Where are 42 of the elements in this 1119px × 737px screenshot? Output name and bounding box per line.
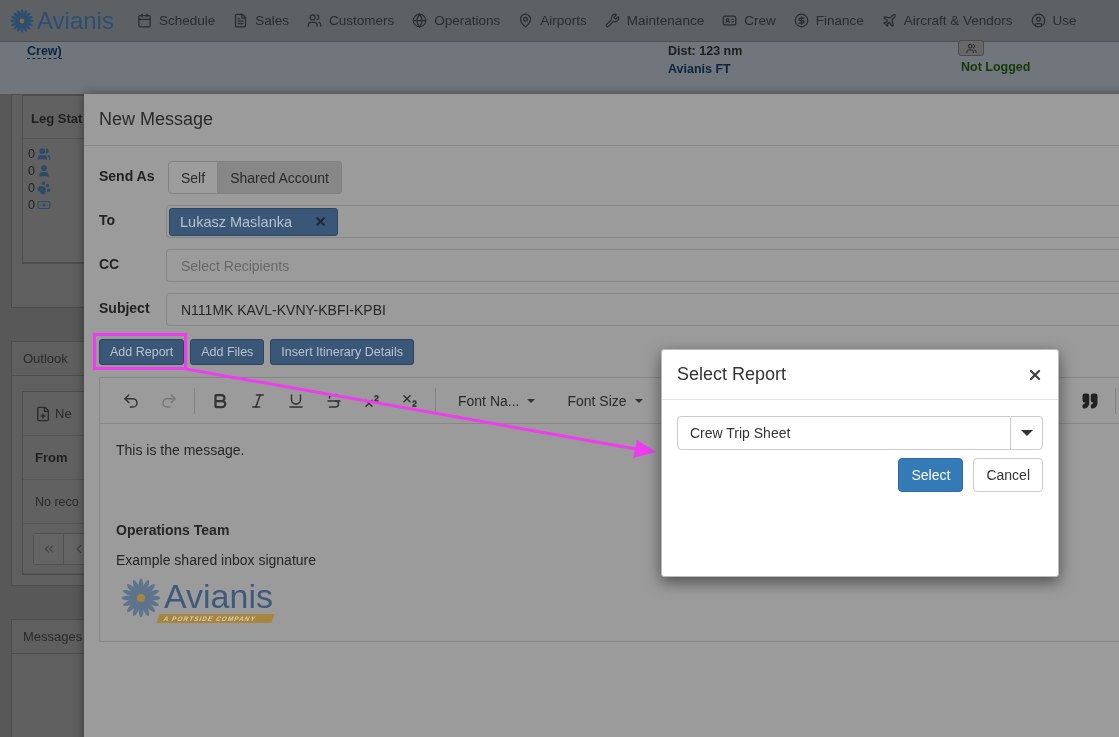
recipient-tag: Lukasz Maslanka [169, 207, 339, 236]
nav-item[interactable]: Schedule [127, 13, 225, 28]
log-status: Not Logged [961, 60, 1032, 74]
field-label: Subject [99, 299, 151, 316]
font-size-dropdown[interactable]: Font Size [551, 392, 659, 409]
report-select[interactable]: Crew Trip Sheet [677, 416, 1043, 450]
subject-field[interactable]: N111MK KAVL-KVNY-KBFI-KPBI [166, 293, 1119, 326]
dialog-button[interactable]: Select [898, 458, 964, 492]
nav-item[interactable]: Sales [224, 13, 298, 28]
logo-name: Avianis [164, 578, 273, 614]
nav-item[interactable]: Aircraft & Vendors [872, 13, 1022, 28]
count-text: 0 [28, 198, 35, 212]
nav-item[interactable]: Maintenance [595, 13, 714, 28]
crew-link[interactable]: Crew) [27, 44, 62, 59]
signature-title: Operations Team [116, 522, 230, 538]
dialog-title: New Message [99, 109, 215, 130]
message-text: This is the message. [116, 442, 245, 458]
action-button[interactable]: Add Files [190, 339, 265, 365]
action-button[interactable]: Insert Itinerary Details [270, 339, 414, 365]
dialog-button[interactable]: Cancel [973, 458, 1043, 492]
field-label: To [99, 211, 117, 228]
font-name-dropdown[interactable]: Font Na... [442, 392, 552, 409]
nav-item[interactable]: Customers [298, 13, 404, 28]
nav-item[interactable]: Airports [509, 13, 596, 28]
nav-item[interactable]: Operations [403, 13, 510, 28]
send-as-option[interactable]: Shared Account [218, 161, 342, 194]
action-button[interactable]: Add Report [99, 339, 185, 365]
send-as-option[interactable]: Self [168, 161, 219, 194]
column-header: From [35, 450, 68, 465]
field-label: CC [99, 255, 121, 272]
dialog-title: Select Report [677, 364, 787, 385]
count-text: 0 [28, 147, 35, 161]
field-label: Send As [99, 167, 156, 184]
to-field[interactable]: Lukasz Maslanka [166, 205, 1119, 238]
count-text: 0 [28, 181, 35, 195]
nav-item[interactable]: Finance [784, 13, 873, 28]
operator-link[interactable]: Avianis FT [668, 62, 958, 76]
count-text: 0 [28, 164, 35, 178]
signature-text: Example shared inbox signature [116, 552, 316, 568]
nav-item[interactable]: Crew [713, 13, 785, 28]
nav-item[interactable]: Use [1021, 13, 1086, 28]
distance-text: Dist: 123 nm [668, 44, 744, 58]
